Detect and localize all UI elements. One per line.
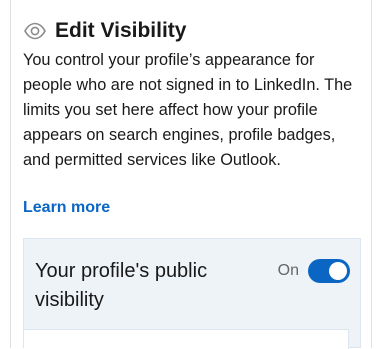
eye-icon	[23, 19, 47, 43]
public-visibility-panel: Your profile's public visibility On	[23, 238, 361, 349]
toggle-knob	[329, 262, 347, 280]
toggle-state-label: On	[277, 262, 299, 279]
public-visibility-toggle-control[interactable]: On	[278, 259, 350, 283]
panel-content-area	[24, 329, 349, 349]
visibility-card: Edit Visibility You control your profile…	[10, 0, 372, 349]
section-header: Edit Visibility	[23, 13, 186, 49]
public-visibility-toggle[interactable]	[308, 259, 350, 283]
visibility-description: You control your profile’s appearance fo…	[23, 51, 353, 169]
page-title: Edit Visibility	[55, 19, 187, 42]
public-visibility-label: Your profile's public visibility	[35, 260, 208, 311]
learn-more-link[interactable]: Learn more	[23, 199, 110, 217]
